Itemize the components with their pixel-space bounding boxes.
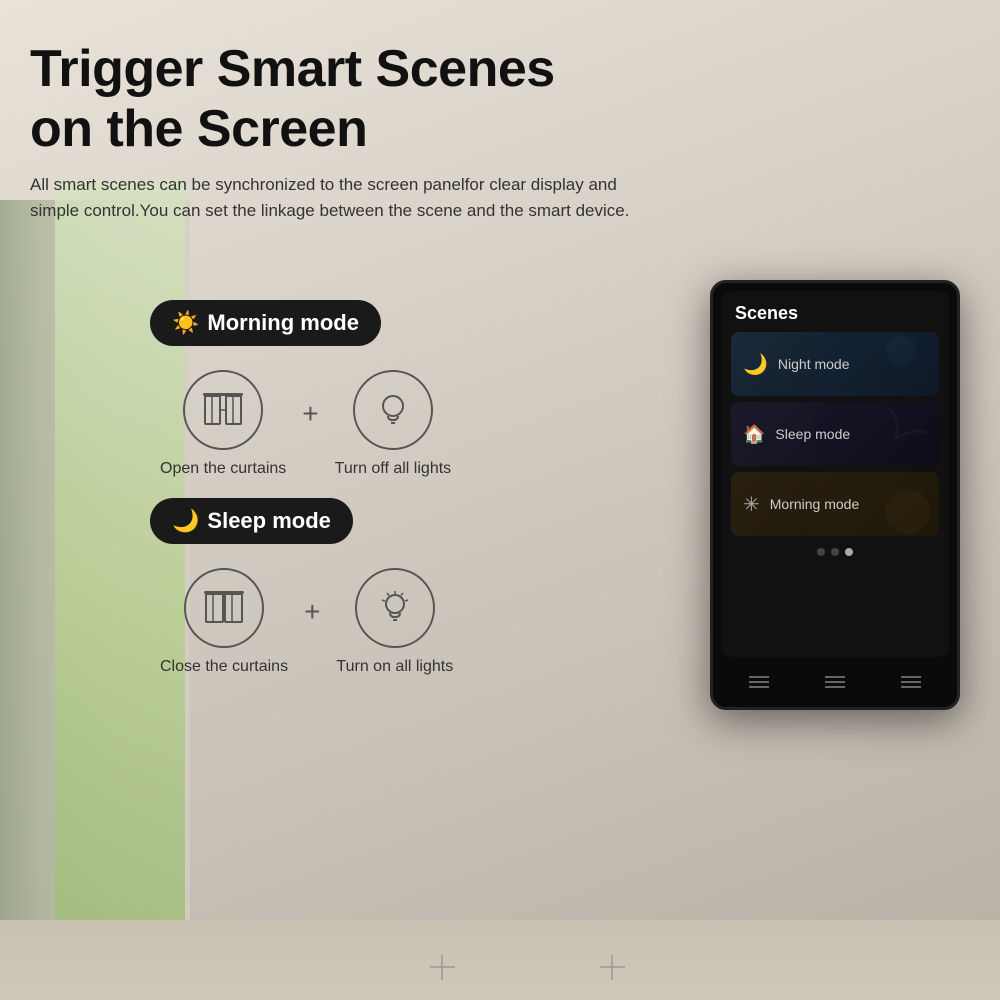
night-scene-icon: 🌙 xyxy=(743,352,768,377)
scene-item-morning[interactable]: ✳ Morning mode xyxy=(731,472,939,536)
plus-sign-1: + xyxy=(302,398,318,430)
sleep-scene-label: Sleep mode xyxy=(775,426,850,442)
curtain-open-icon xyxy=(183,370,263,450)
nav-button-3[interactable] xyxy=(901,676,921,688)
night-scene-label: Night mode xyxy=(778,356,850,372)
title-section: Trigger Smart Scenes on the Screen All s… xyxy=(30,40,630,224)
floor-marker-left xyxy=(430,955,455,980)
floor-marker-right xyxy=(600,955,625,980)
sleep-scene-icon: 🏠 xyxy=(743,424,765,445)
sleep-actions: Close the curtains + xyxy=(150,568,670,676)
plus-sign-2: + xyxy=(304,596,320,628)
open-curtains-action: Open the curtains xyxy=(160,370,286,478)
morning-mode-section: ☀️ Morning mode xyxy=(150,300,670,478)
sleep-mode-section: 🌙 Sleep mode xyxy=(150,498,670,676)
main-content: Trigger Smart Scenes on the Screen All s… xyxy=(20,20,980,1000)
morning-scene-label: Morning mode xyxy=(770,496,860,512)
bulb-off-icon xyxy=(353,370,433,450)
sun-icon: ☀️ xyxy=(172,310,199,336)
turn-on-lights-action: Turn on all lights xyxy=(336,568,453,676)
morning-mode-badge[interactable]: ☀️ Morning mode xyxy=(150,300,381,346)
turn-off-lights-action: Turn off all lights xyxy=(335,370,452,478)
curtain-close-icon xyxy=(184,568,264,648)
morning-scene-icon: ✳ xyxy=(743,492,760,517)
morning-actions: Open the curtains + Turn off all lights xyxy=(150,370,670,478)
scene-item-night[interactable]: 🌙 Night mode xyxy=(731,332,939,396)
dot-2 xyxy=(831,548,839,556)
close-curtains-action: Close the curtains xyxy=(160,568,288,676)
nav-button-2[interactable] xyxy=(825,676,845,688)
moon-icon: 🌙 xyxy=(172,508,199,534)
main-title: Trigger Smart Scenes on the Screen xyxy=(30,40,630,160)
device-panel: Scenes 🌙 Night mode 🏠 Sleep mode xyxy=(710,280,960,710)
dot-1 xyxy=(817,548,825,556)
subtitle: All smart scenes can be synchronized to … xyxy=(30,172,630,225)
bulb-on-icon xyxy=(355,568,435,648)
screen-title: Scenes xyxy=(721,291,949,332)
dot-3-active xyxy=(845,548,853,556)
screen-dots xyxy=(721,542,949,562)
device-screen: Scenes 🌙 Night mode 🏠 Sleep mode xyxy=(721,291,949,657)
device-bottom-nav xyxy=(721,657,949,707)
nav-button-1[interactable] xyxy=(749,676,769,688)
scene-item-sleep[interactable]: 🏠 Sleep mode xyxy=(731,402,939,466)
diagram-section: ☀️ Morning mode xyxy=(150,300,670,686)
sleep-mode-badge[interactable]: 🌙 Sleep mode xyxy=(150,498,353,544)
